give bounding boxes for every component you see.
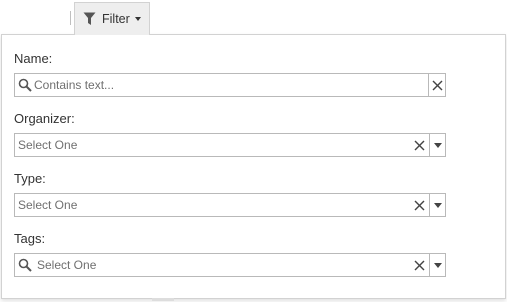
filter-screen: Filter Name: Contains text... Organizer:… (0, 0, 507, 302)
underlying-element-edge (152, 298, 174, 301)
type-select-value: Select One (18, 198, 78, 212)
chevron-down-icon[interactable] (430, 134, 445, 156)
caret-down-icon (134, 17, 141, 21)
search-icon (18, 258, 32, 272)
organizer-label: Organizer: (14, 111, 75, 126)
type-select[interactable]: Select One (14, 193, 446, 217)
name-search-input[interactable]: Contains text... (14, 73, 446, 97)
close-icon[interactable] (411, 194, 428, 216)
name-label: Name: (14, 51, 53, 66)
tags-select[interactable]: Select One (14, 253, 446, 277)
filter-button-label: Filter (102, 12, 130, 26)
chevron-down-icon[interactable] (430, 254, 445, 276)
chevron-down-icon[interactable] (430, 194, 445, 216)
tags-label: Tags: (14, 231, 46, 246)
filter-panel: Name: Contains text... Organizer: Select… (1, 34, 506, 299)
close-icon[interactable] (411, 254, 428, 276)
close-icon[interactable] (411, 134, 428, 156)
search-icon (18, 78, 32, 92)
name-input-placeholder: Contains text... (34, 78, 115, 92)
organizer-select-value: Select One (18, 138, 78, 152)
type-label: Type: (14, 171, 46, 186)
filter-button[interactable]: Filter (74, 2, 150, 35)
organizer-select[interactable]: Select One (14, 133, 446, 157)
funnel-icon (83, 12, 96, 25)
tags-select-value: Select One (37, 258, 97, 272)
toolbar-divider (70, 11, 71, 25)
close-icon[interactable] (429, 74, 446, 96)
